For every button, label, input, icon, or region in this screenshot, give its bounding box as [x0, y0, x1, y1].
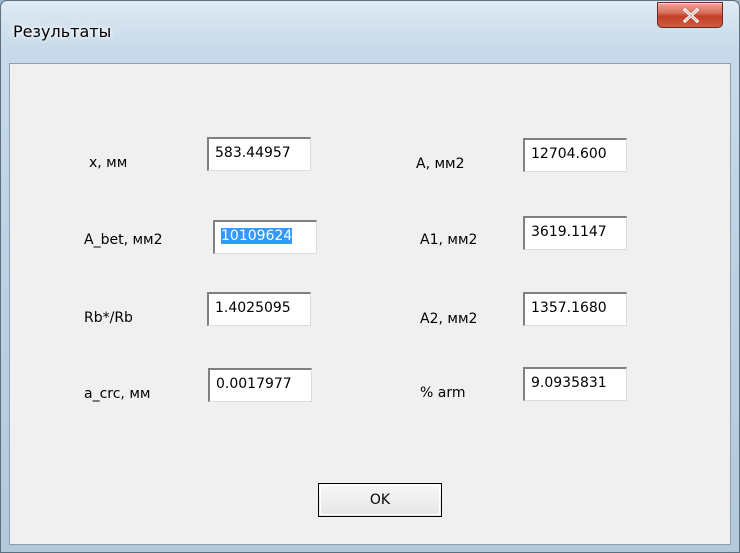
rb-ratio-field[interactable]: 1.4025095: [207, 292, 311, 326]
a2-value: 1357.1680: [531, 300, 607, 316]
a-value: 12704.600: [531, 146, 607, 162]
a2-label: A2, мм2: [420, 311, 478, 327]
x-field[interactable]: 583.44957: [207, 137, 311, 171]
a-crc-label: a_crc, мм: [84, 386, 151, 402]
a1-value: 3619.1147: [531, 224, 607, 240]
a1-field[interactable]: 3619.1147: [523, 216, 627, 250]
close-button[interactable]: [657, 2, 723, 28]
a-crc-value: 0.0017977: [216, 376, 292, 392]
x-value: 583.44957: [215, 145, 291, 161]
rb-ratio-label: Rb*/Rb: [84, 310, 133, 326]
a-field[interactable]: 12704.600: [523, 138, 627, 172]
results-dialog: Результаты x, мм 583.44957 A_bet, мм2 10…: [0, 0, 740, 553]
window-title: Результаты: [13, 22, 112, 41]
a-crc-field[interactable]: 0.0017977: [208, 368, 312, 402]
title-bar[interactable]: Результаты: [1, 1, 739, 63]
a-bet-field[interactable]: 10109624: [213, 220, 317, 254]
a1-label: A1, мм2: [420, 232, 478, 248]
dialog-client-area: x, мм 583.44957 A_bet, мм2 10109624 Rb*/…: [9, 63, 731, 545]
a-bet-value: 10109624: [221, 228, 293, 244]
a2-field[interactable]: 1357.1680: [523, 292, 627, 326]
pct-arm-label: % arm: [420, 385, 466, 401]
a-bet-label: A_bet, мм2: [84, 232, 163, 248]
pct-arm-value: 9.0935831: [531, 375, 607, 391]
close-icon: [682, 8, 700, 23]
ok-button[interactable]: OK: [318, 483, 442, 517]
a-label: A, мм2: [416, 156, 465, 172]
rb-ratio-value: 1.4025095: [215, 300, 291, 316]
pct-arm-field[interactable]: 9.0935831: [523, 367, 627, 401]
x-label: x, мм: [89, 155, 128, 171]
